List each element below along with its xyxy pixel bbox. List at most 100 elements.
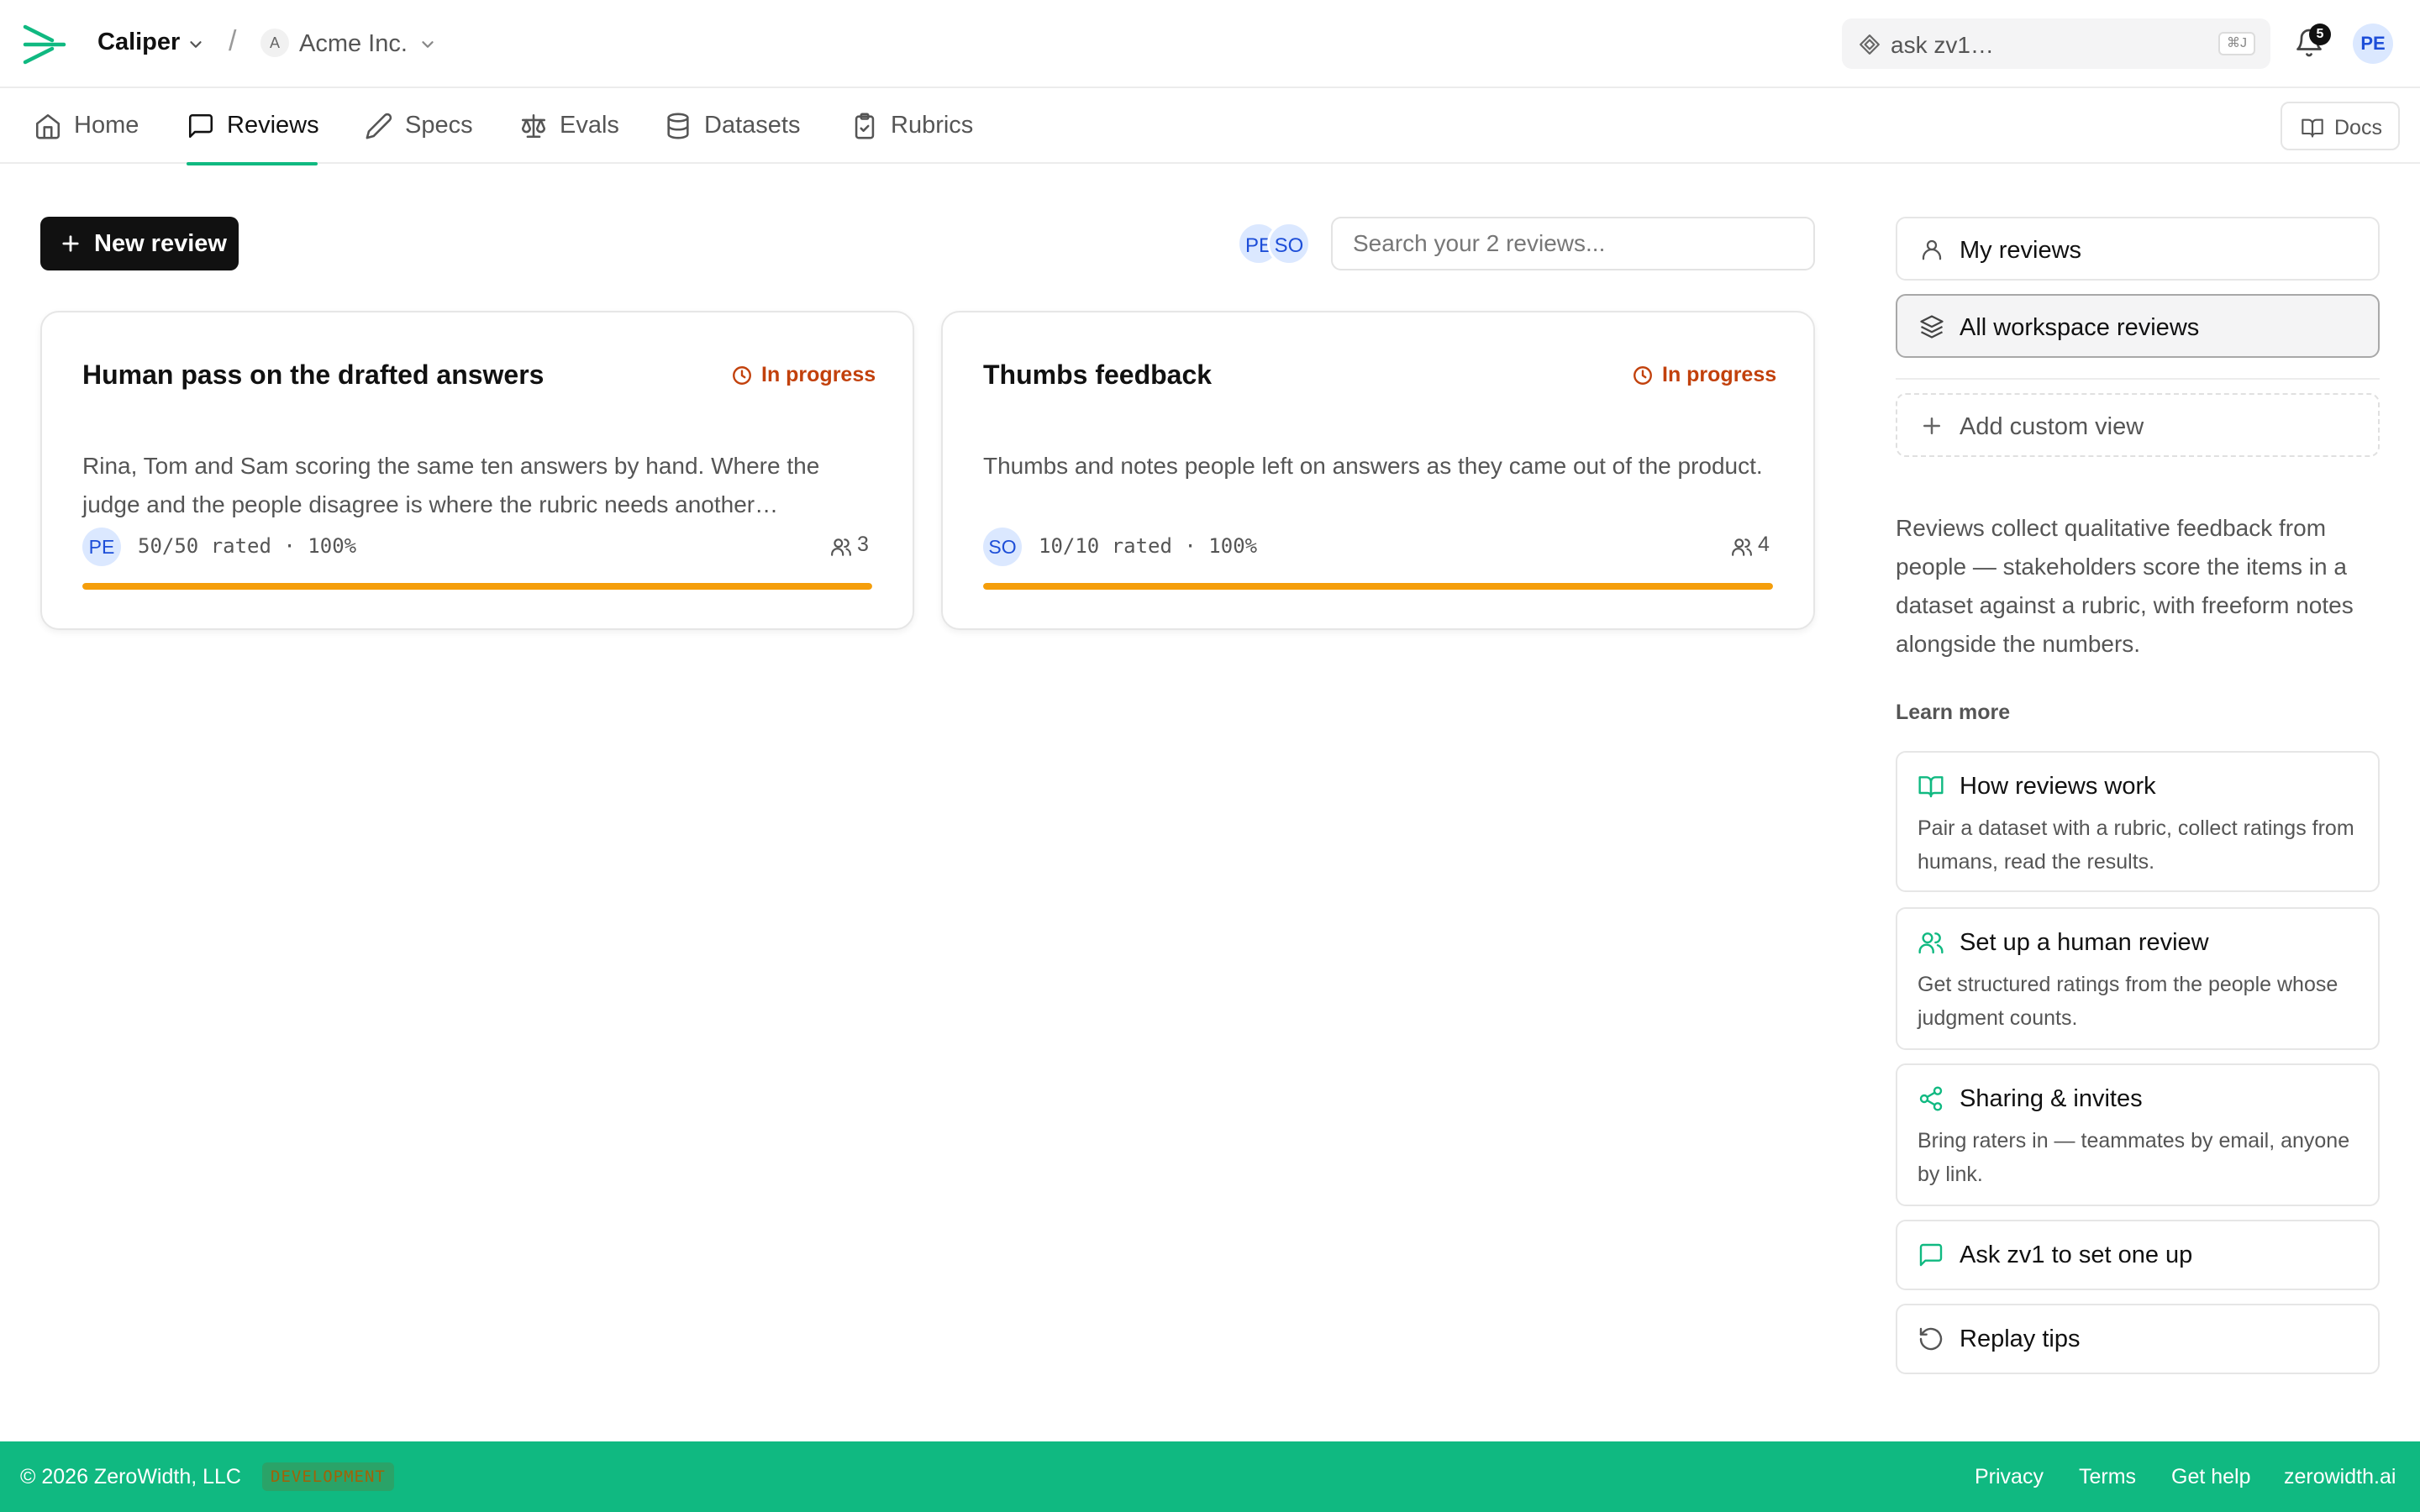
resource-title: How reviews work <box>1960 773 2156 800</box>
review-title[interactable]: Thumbs feedback <box>983 360 1212 391</box>
tab-evals[interactable]: Evals <box>519 88 623 164</box>
user-avatar[interactable]: PE <box>2353 24 2393 64</box>
plus-icon <box>1919 413 1944 438</box>
plus-icon <box>59 232 82 255</box>
breadcrumb-separator: / <box>229 25 237 57</box>
resource-how-reviews-work[interactable]: How reviews work Pair a dataset with a r… <box>1896 751 2380 892</box>
users-icon <box>830 536 852 558</box>
resource-description: Bring raters in — teammates by email, an… <box>1918 1129 2350 1186</box>
resource-title: Sharing & invites <box>1960 1085 2143 1112</box>
view-all-workspace-reviews[interactable]: All workspace reviews <box>1896 294 2380 358</box>
share-icon <box>1918 1085 1944 1112</box>
raters-count-value: 3 <box>857 533 869 556</box>
tab-label: Datasets <box>704 112 801 139</box>
review-title[interactable]: Human pass on the drafted answers <box>82 360 544 391</box>
review-description: Thumbs and notes people left on answers … <box>983 453 1763 479</box>
ask-zv1-input[interactable]: ask zv1… ⌘J <box>1842 18 2270 69</box>
main-nav: Home Reviews Specs Evals Datasets Rubric… <box>0 88 2420 165</box>
chevron-down-icon[interactable] <box>187 35 205 54</box>
tab-label: Specs <box>405 112 473 139</box>
new-review-label: New review <box>94 230 227 257</box>
raters-count: 3 <box>830 533 872 559</box>
active-tab-indicator <box>187 162 318 165</box>
clock-icon <box>1632 365 1654 386</box>
review-card[interactable]: Thumbs feedback In progress Thumbs and n… <box>941 311 1815 630</box>
resource-description: Pair a dataset with a rubric, collect ra… <box>1918 816 2354 874</box>
progress-bar <box>983 583 1773 590</box>
layers-icon <box>1919 314 1944 339</box>
resource-description: Get structured ratings from the people w… <box>1918 973 2338 1030</box>
participant-avatar[interactable]: SO <box>1267 222 1311 265</box>
pencil-icon <box>365 112 393 140</box>
footer-link-zerowidth[interactable]: zerowidth.ai <box>2284 1465 2396 1489</box>
tab-label: Evals <box>560 112 619 139</box>
book-open-icon <box>1918 773 1944 800</box>
environment-badge: DEVELOPMENT <box>262 1462 394 1491</box>
message-square-icon <box>187 112 215 140</box>
resource-set-up-human-review[interactable]: Set up a human review Get structured rat… <box>1896 907 2380 1050</box>
learn-more-heading: Learn more <box>1896 701 2011 724</box>
ask-placeholder: ask zv1… <box>1891 32 1994 58</box>
rated-progress-text: 10/10 rated · 100% <box>1039 534 1258 558</box>
new-review-button[interactable]: New review <box>40 217 239 270</box>
org-switcher[interactable]: Acme Inc. <box>299 30 408 58</box>
resource-ask-zv1[interactable]: Ask zv1 to set one up <box>1896 1220 2380 1290</box>
user-icon <box>1919 237 1944 262</box>
rated-progress-text: 50/50 rated · 100% <box>138 534 357 558</box>
tab-label: Reviews <box>227 112 319 139</box>
divider <box>1896 378 2380 380</box>
docs-label: Docs <box>2334 116 2382 139</box>
resource-sharing-invites[interactable]: Sharing & invites Bring raters in — team… <box>1896 1063 2380 1206</box>
users-icon <box>1918 929 1944 956</box>
footer-link-privacy[interactable]: Privacy <box>1975 1465 2044 1489</box>
view-my-reviews[interactable]: My reviews <box>1896 217 2380 281</box>
message-square-icon <box>1918 1242 1944 1268</box>
footer: © 2026 ZeroWidth, LLC DEVELOPMENT Privac… <box>0 1441 2420 1512</box>
footer-link-get-help[interactable]: Get help <box>2171 1465 2251 1489</box>
copyright: © 2026 ZeroWidth, LLC <box>20 1465 241 1488</box>
chevron-down-icon[interactable] <box>418 35 437 54</box>
view-label: All workspace reviews <box>1960 314 2200 341</box>
progress-fill <box>983 583 1773 590</box>
home-icon <box>34 112 62 140</box>
owner-avatar: PE <box>82 528 121 566</box>
footer-link-terms[interactable]: Terms <box>2079 1465 2136 1489</box>
owner-avatar: SO <box>983 528 1022 566</box>
status-badge: In progress <box>1632 363 1777 388</box>
search-reviews-input[interactable] <box>1331 217 1815 270</box>
status-label: In progress <box>1662 363 1777 386</box>
tab-label: Home <box>74 112 139 139</box>
book-open-icon <box>2301 116 2324 139</box>
reviews-description: Reviews collect qualitative feedback fro… <box>1896 515 2354 657</box>
users-icon <box>1731 536 1753 558</box>
raters-count: 4 <box>1731 533 1773 559</box>
clock-icon <box>731 365 753 386</box>
raters-count-value: 4 <box>1758 533 1770 556</box>
keyboard-shortcut: ⌘J <box>2218 32 2255 55</box>
database-icon <box>664 112 692 140</box>
progress-bar <box>82 583 872 590</box>
clipboard-check-icon <box>850 112 879 140</box>
brand-name[interactable]: Caliper <box>97 29 180 56</box>
tab-specs[interactable]: Specs <box>365 88 474 164</box>
add-view-label: Add custom view <box>1960 413 2144 440</box>
org-avatar[interactable]: A <box>260 29 289 57</box>
sparkle-diamond-icon <box>1859 34 1881 55</box>
tab-reviews[interactable]: Reviews <box>187 88 319 165</box>
review-card[interactable]: Human pass on the drafted answers In pro… <box>40 311 914 630</box>
resource-title: Replay tips <box>1960 1326 2081 1352</box>
status-badge: In progress <box>731 363 876 388</box>
top-bar: Caliper / A Acme Inc. ask zv1… ⌘J 5 PE <box>0 0 2420 88</box>
review-description: Rina, Tom and Sam scoring the same ten a… <box>82 453 820 517</box>
docs-button[interactable]: Docs <box>2281 102 2400 150</box>
resource-title: Ask zv1 to set one up <box>1960 1242 2193 1268</box>
rotate-ccw-icon <box>1918 1326 1944 1352</box>
caliper-logo-icon[interactable] <box>22 24 67 66</box>
view-label: My reviews <box>1960 237 2082 264</box>
tab-label: Rubrics <box>891 112 974 139</box>
tab-datasets[interactable]: Datasets <box>664 88 807 164</box>
add-custom-view-button[interactable]: Add custom view <box>1896 393 2380 457</box>
replay-tips-button[interactable]: Replay tips <box>1896 1304 2380 1374</box>
tab-home[interactable]: Home <box>34 88 139 164</box>
tab-rubrics[interactable]: Rubrics <box>850 88 981 164</box>
